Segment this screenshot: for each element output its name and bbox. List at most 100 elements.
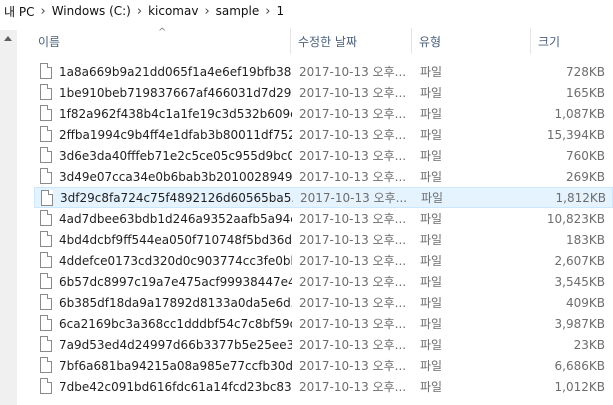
file-size: 760KB bbox=[565, 148, 605, 163]
file-icon bbox=[40, 105, 52, 121]
file-type: 파일 bbox=[420, 338, 443, 352]
breadcrumb-item-current[interactable]: 1 bbox=[276, 4, 284, 18]
scroll-up-arrow-icon[interactable] bbox=[4, 36, 12, 41]
file-type: 파일 bbox=[420, 86, 443, 100]
file-name: 1f82a962f438b4c1a1fe19c3d532b609c... bbox=[59, 106, 292, 121]
file-row[interactable]: 6ca2169bc3a368cc1dddbf54c7c8bf59d... 2017… bbox=[34, 313, 613, 334]
file-date: 2017-10-13 오후... bbox=[299, 317, 407, 331]
column-header-name-label: 이름 bbox=[38, 34, 61, 49]
file-name: 3df29c8fa724c75f4892126d60565ba5... bbox=[60, 190, 293, 205]
file-name: 6b385df18da9a17892d8133a0da5e6d5... bbox=[59, 295, 292, 310]
file-type: 파일 bbox=[420, 107, 443, 121]
file-date: 2017-10-13 오후... bbox=[299, 86, 407, 100]
file-icon bbox=[41, 190, 53, 206]
file-row[interactable]: 4ddefce0173cd320d0c903774cc3fe0bb... 2017… bbox=[34, 250, 613, 271]
file-type: 파일 bbox=[420, 149, 443, 163]
file-size: 183KB bbox=[565, 232, 605, 247]
file-name: 7bf6a681ba94215a08a985e77ccfb30d... bbox=[59, 358, 292, 373]
file-size: 165KB bbox=[565, 85, 605, 100]
column-header-type[interactable]: 유형 bbox=[419, 24, 441, 58]
column-header-row: 이름 ^ 수정한 날짜 유형 크기 bbox=[20, 24, 613, 58]
file-row[interactable]: 3df29c8fa724c75f4892126d60565ba5... 2017-… bbox=[34, 187, 613, 208]
file-row[interactable]: 3d49e07cca34e0b6bab3b2010028949... 2017-1… bbox=[34, 166, 613, 187]
file-date: 2017-10-13 오후... bbox=[299, 275, 407, 289]
breadcrumb-item-sample[interactable]: sample bbox=[216, 4, 260, 18]
file-rows: 1a8a669b9a21dd065f1a4e6ef19bfb38c... 2017… bbox=[34, 61, 613, 397]
file-name: 1be910beb719837667af466031d7d29e... bbox=[59, 85, 292, 100]
file-name: 6b57dc8997c19a7e475acf99938447e4... bbox=[59, 274, 292, 289]
file-row[interactable]: 7dbe42c091bd616fdc61a14fcd23bc83... 2017-… bbox=[34, 376, 613, 397]
file-row[interactable]: 6b57dc8997c19a7e475acf99938447e4... 2017-… bbox=[34, 271, 613, 292]
file-icon bbox=[40, 168, 52, 184]
file-type: 파일 bbox=[420, 128, 443, 142]
breadcrumb: 내 PC › Windows (C:) › kicomav › sample ›… bbox=[0, 0, 613, 22]
file-size: 409KB bbox=[565, 295, 605, 310]
file-date: 2017-10-13 오후... bbox=[299, 149, 407, 163]
file-icon bbox=[40, 231, 52, 247]
breadcrumb-item-this-pc[interactable]: 내 PC bbox=[4, 3, 34, 20]
file-type: 파일 bbox=[420, 380, 443, 394]
file-type: 파일 bbox=[420, 317, 443, 331]
column-divider[interactable] bbox=[290, 28, 291, 54]
file-date: 2017-10-13 오후... bbox=[299, 380, 407, 394]
file-icon bbox=[40, 210, 52, 226]
file-type: 파일 bbox=[420, 170, 443, 184]
file-row[interactable]: 4bd4dcbf9ff544ea050f710748f5bd36df... 201… bbox=[34, 229, 613, 250]
file-date: 2017-10-13 오후... bbox=[299, 212, 407, 226]
file-icon bbox=[40, 378, 52, 394]
file-type: 파일 bbox=[420, 296, 443, 310]
file-icon bbox=[40, 63, 52, 79]
chevron-right-icon[interactable]: › bbox=[40, 5, 45, 18]
file-icon bbox=[40, 294, 52, 310]
file-date: 2017-10-13 오후... bbox=[299, 254, 407, 268]
file-size: 1,087KB bbox=[554, 106, 605, 121]
file-size: 23KB bbox=[573, 337, 605, 352]
file-row[interactable]: 4ad7dbee63bdb1d246a9352aafb5a94c... 2017-… bbox=[34, 208, 613, 229]
file-name: 7dbe42c091bd616fdc61a14fcd23bc83... bbox=[59, 379, 292, 394]
column-divider[interactable] bbox=[530, 28, 531, 54]
file-row[interactable]: 7bf6a681ba94215a08a985e77ccfb30d... 2017-… bbox=[34, 355, 613, 376]
sort-ascending-icon: ^ bbox=[158, 27, 167, 38]
file-size: 3,987KB bbox=[554, 316, 605, 331]
file-name: 3d6e3da40fffeb71e2c5ce05c955d9bc0... bbox=[59, 148, 292, 163]
file-row[interactable]: 7a9d53ed4d24997d66b3377b5e25ee3... 2017-1… bbox=[34, 334, 613, 355]
vertical-scrollbar[interactable] bbox=[0, 30, 17, 405]
file-size: 1,812KB bbox=[555, 190, 606, 205]
file-row[interactable]: 3d6e3da40fffeb71e2c5ce05c955d9bc0... 2017… bbox=[34, 145, 613, 166]
column-divider[interactable] bbox=[411, 28, 412, 54]
file-name: 4ddefce0173cd320d0c903774cc3fe0bb... bbox=[59, 253, 292, 268]
file-row[interactable]: 6b385df18da9a17892d8133a0da5e6d5... 2017-… bbox=[34, 292, 613, 313]
file-icon bbox=[40, 357, 52, 373]
file-icon bbox=[40, 315, 52, 331]
breadcrumb-item-drive[interactable]: Windows (C:) bbox=[52, 4, 131, 18]
file-list-pane: 이름 ^ 수정한 날짜 유형 크기 1a8a669b9a21dd065f1a4e… bbox=[0, 24, 613, 405]
file-name: 4bd4dcbf9ff544ea050f710748f5bd36df... bbox=[59, 232, 292, 247]
file-size: 15,394KB bbox=[546, 127, 605, 142]
column-header-size[interactable]: 크기 bbox=[538, 24, 560, 58]
breadcrumb-item-kicomav[interactable]: kicomav bbox=[148, 4, 198, 18]
file-size: 3,545KB bbox=[554, 274, 605, 289]
chevron-right-icon[interactable]: › bbox=[137, 5, 142, 18]
file-date: 2017-10-13 오후... bbox=[299, 296, 407, 310]
file-type: 파일 bbox=[421, 191, 444, 205]
file-row[interactable]: 2ffba1994c9b4ff4e1dfab3b80011df752... 201… bbox=[34, 124, 613, 145]
file-date: 2017-10-13 오후... bbox=[299, 170, 407, 184]
column-header-date-label: 수정한 날짜 bbox=[298, 34, 358, 49]
file-date: 2017-10-13 오후... bbox=[299, 128, 407, 142]
file-row[interactable]: 1f82a962f438b4c1a1fe19c3d532b609c... 2017… bbox=[34, 103, 613, 124]
file-icon bbox=[40, 147, 52, 163]
file-size: 269KB bbox=[565, 169, 605, 184]
file-row[interactable]: 1a8a669b9a21dd065f1a4e6ef19bfb38c... 2017… bbox=[34, 61, 613, 82]
file-size: 2,607KB bbox=[554, 253, 605, 268]
file-name: 2ffba1994c9b4ff4e1dfab3b80011df752... bbox=[59, 127, 292, 142]
chevron-right-icon[interactable]: › bbox=[265, 5, 270, 18]
column-header-name[interactable]: 이름 bbox=[38, 24, 60, 58]
file-date: 2017-10-13 오후... bbox=[299, 233, 407, 247]
chevron-right-icon[interactable]: › bbox=[204, 5, 209, 18]
file-row[interactable]: 1be910beb719837667af466031d7d29e... 2017-… bbox=[34, 82, 613, 103]
file-date: 2017-10-13 오후... bbox=[300, 191, 408, 205]
file-type: 파일 bbox=[420, 233, 443, 247]
file-date: 2017-10-13 오후... bbox=[299, 338, 407, 352]
file-type: 파일 bbox=[420, 212, 443, 226]
column-header-date[interactable]: 수정한 날짜 bbox=[298, 24, 357, 58]
